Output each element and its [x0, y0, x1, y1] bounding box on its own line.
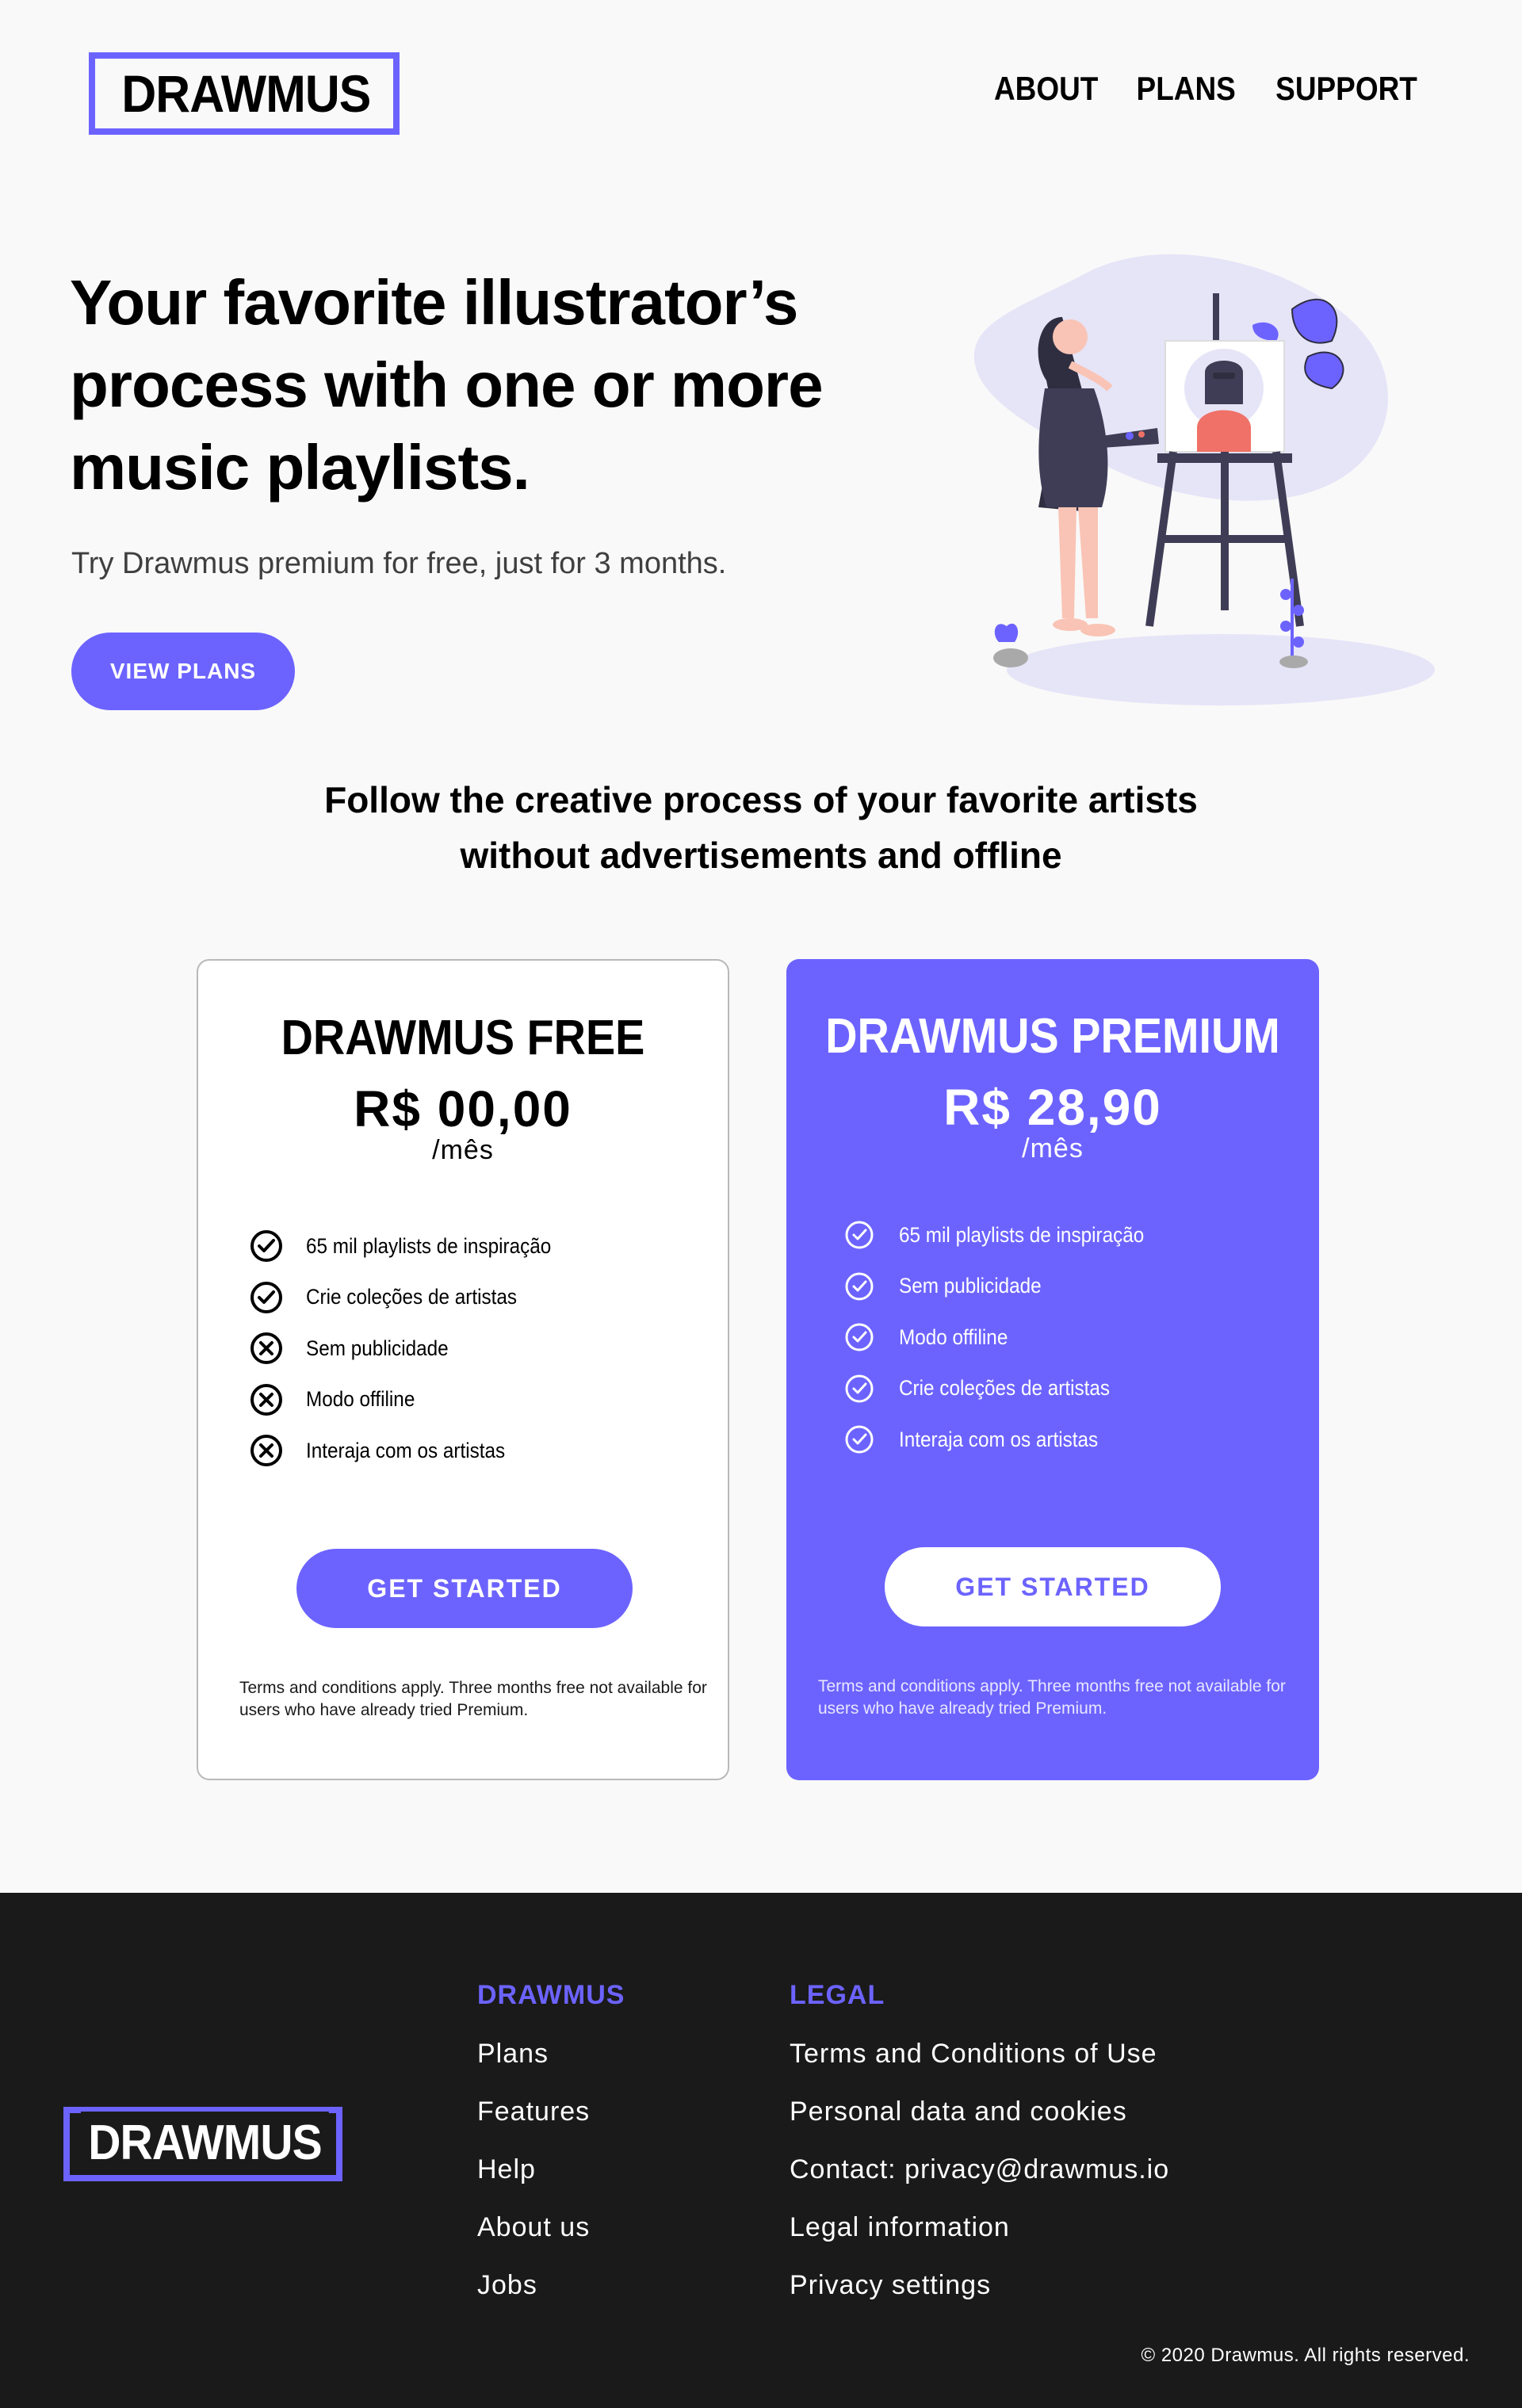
- feature-label: Interaja com os artistas: [306, 1438, 506, 1462]
- feature-list: 65 mil playlists de inspiração Sem publi…: [843, 1210, 1172, 1466]
- footer-link-about[interactable]: About us: [477, 2199, 625, 2257]
- plan-name: DRAWMUS PREMIUM: [825, 1009, 1280, 1064]
- footer-link-cookies[interactable]: Personal data and cookies: [790, 2083, 1169, 2141]
- check-circle-icon: [249, 1280, 284, 1315]
- section-title-line-2: without advertisements and offline: [460, 835, 1062, 876]
- footer: DRAWMUS DRAWMUS Plans Features Help Abou…: [0, 1893, 1522, 2408]
- x-circle-icon: [249, 1382, 284, 1417]
- section-title-line-1: Follow the creative process of your favo…: [324, 779, 1198, 820]
- footer-link-contact[interactable]: Contact: privacy@drawmus.io: [790, 2141, 1169, 2199]
- logo-text: DRAWMUS: [81, 2112, 329, 2175]
- footer-link-jobs[interactable]: Jobs: [477, 2257, 625, 2314]
- easel: [1145, 293, 1304, 627]
- logo-text: DRAWMUS: [116, 63, 377, 124]
- check-circle-icon: [843, 1424, 875, 1455]
- feature-item: Crie coleções de artistas: [249, 1272, 579, 1324]
- footer-link-privacy-settings[interactable]: Privacy settings: [790, 2257, 1169, 2314]
- nav-support[interactable]: SUPPORT: [1275, 70, 1417, 108]
- feature-item: Sem publicidade: [843, 1261, 1172, 1313]
- check-circle-icon: [843, 1271, 875, 1302]
- nav-plans[interactable]: PLANS: [1136, 70, 1235, 108]
- footer-column-drawmus: DRAWMUS Plans Features Help About us Job…: [477, 1980, 625, 2314]
- feature-label: 65 mil playlists de inspiração: [306, 1233, 552, 1258]
- terms-note: Terms and conditions apply. Three months…: [818, 1677, 1286, 1718]
- footer-logo[interactable]: DRAWMUS: [63, 2107, 342, 2181]
- feature-label: Interaja com os artistas: [899, 1427, 1099, 1451]
- check-circle-icon: [843, 1373, 875, 1405]
- feature-label: Modo offiline: [899, 1324, 1008, 1349]
- feature-item: Crie coleções de artistas: [843, 1363, 1172, 1415]
- feature-item: Sem publicidade: [249, 1323, 579, 1374]
- feature-label: Crie coleções de artistas: [899, 1376, 1111, 1401]
- copyright: © 2020 Drawmus. All rights reserved.: [1141, 2345, 1470, 2366]
- footer-heading: DRAWMUS: [477, 1980, 625, 2010]
- feature-label: 65 mil playlists de inspiração: [899, 1222, 1145, 1247]
- feature-item: 65 mil playlists de inspiração: [249, 1221, 579, 1272]
- x-circle-icon: [249, 1433, 284, 1468]
- hero-title-line-3: music playlists.: [70, 432, 530, 503]
- top-nav: ABOUT PLANS SUPPORT: [987, 70, 1427, 108]
- terms-note: Terms and conditions apply. Three months…: [239, 1679, 707, 1719]
- feature-label: Sem publicidade: [899, 1274, 1042, 1298]
- plan-card-premium: DRAWMUS PREMIUM R$ 28,90 /mês 65 mil pla…: [786, 959, 1319, 1780]
- footer-link-legal-info[interactable]: Legal information: [790, 2199, 1169, 2257]
- woman-painting-easel-illustration: [973, 254, 1435, 705]
- plan-period: /mês: [432, 1135, 494, 1165]
- feature-label: Sem publicidade: [306, 1336, 449, 1360]
- feature-label: Crie coleções de artistas: [306, 1285, 518, 1309]
- footer-column-legal: LEGAL Terms and Conditions of Use Person…: [790, 1980, 1169, 2314]
- hero-title-line-1: Your favorite illustrator’s: [70, 267, 798, 338]
- feature-list: 65 mil playlists de inspiração Crie cole…: [249, 1221, 579, 1477]
- feature-item: Interaja com os artistas: [249, 1425, 579, 1477]
- plan-name: DRAWMUS FREE: [281, 1011, 645, 1065]
- check-circle-icon: [249, 1229, 284, 1263]
- hero-title-line-2: process with one or more: [70, 350, 824, 420]
- footer-link-terms[interactable]: Terms and Conditions of Use: [790, 2025, 1169, 2083]
- feature-label: Modo offiline: [306, 1387, 415, 1412]
- ground-shadow: [1007, 634, 1435, 705]
- check-circle-icon: [843, 1219, 875, 1251]
- nav-about[interactable]: ABOUT: [994, 70, 1098, 108]
- plan-period: /mês: [1022, 1133, 1084, 1164]
- feature-item: 65 mil playlists de inspiração: [843, 1210, 1172, 1261]
- feature-item: Modo offiline: [249, 1374, 579, 1426]
- hero-title: Your favorite illustrator’s process with…: [70, 262, 862, 509]
- view-plans-button[interactable]: VIEW PLANS: [71, 633, 295, 710]
- plan-card-free: DRAWMUS FREE R$ 00,00 /mês 65 mil playli…: [197, 959, 729, 1780]
- check-circle-icon: [843, 1321, 875, 1353]
- plan-price: R$ 28,90: [943, 1079, 1162, 1136]
- feature-item: Modo offiline: [843, 1312, 1172, 1363]
- footer-link-features[interactable]: Features: [477, 2083, 625, 2141]
- hero-subtitle: Try Drawmus premium for free, just for 3…: [71, 547, 727, 580]
- feature-item: Interaja com os artistas: [843, 1414, 1172, 1466]
- header-logo[interactable]: DRAWMUS: [89, 52, 400, 135]
- footer-heading: LEGAL: [790, 1980, 885, 2010]
- footer-link-help[interactable]: Help: [477, 2141, 625, 2199]
- small-plant-left: [993, 623, 1028, 667]
- get-started-premium-button[interactable]: GET STARTED: [885, 1547, 1221, 1626]
- footer-link-plans[interactable]: Plans: [477, 2025, 625, 2083]
- get-started-free-button[interactable]: GET STARTED: [296, 1549, 633, 1628]
- section-title: Follow the creative process of your favo…: [0, 772, 1522, 883]
- plan-price: R$ 00,00: [354, 1080, 572, 1137]
- x-circle-icon: [249, 1331, 284, 1366]
